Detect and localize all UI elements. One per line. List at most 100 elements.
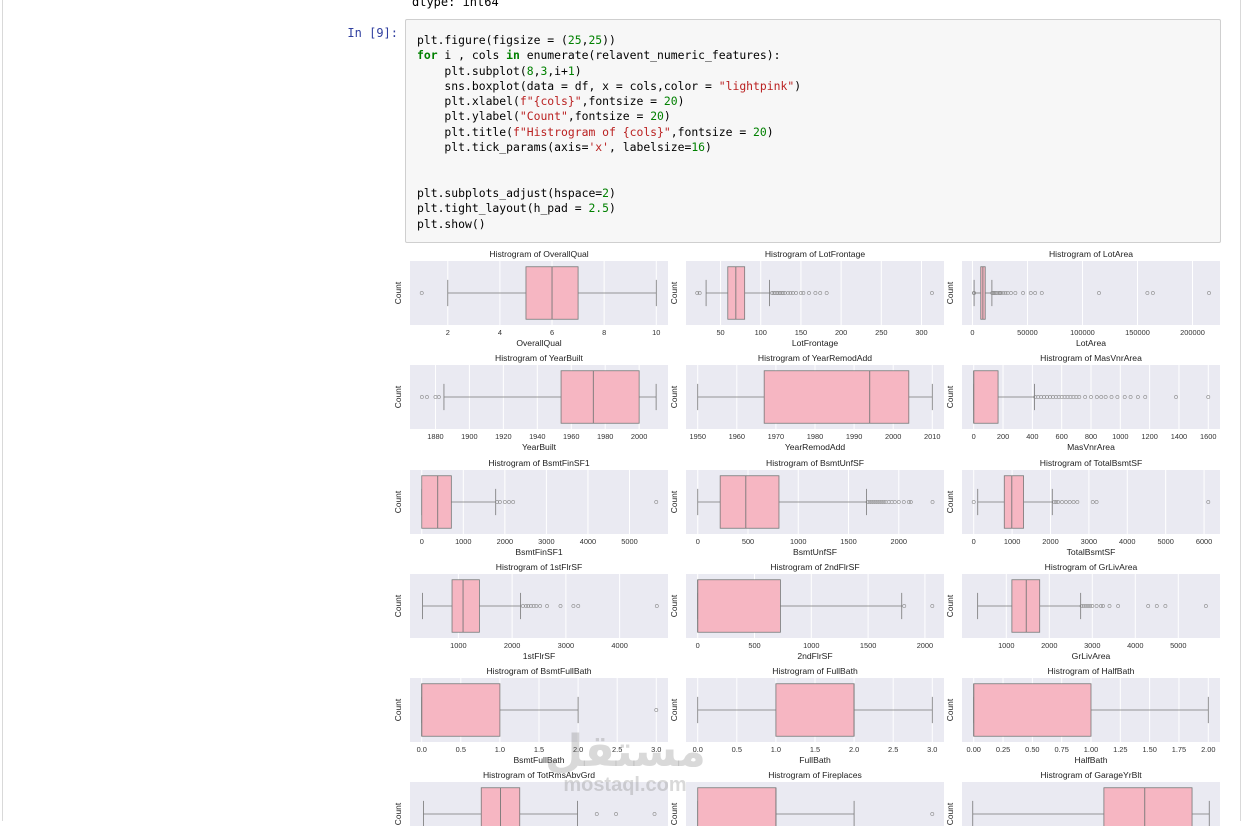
tick-label: 0.00 <box>967 745 981 754</box>
chart-title: Histrogram of OverallQual <box>489 249 588 259</box>
tick-label: 2000 <box>885 432 901 441</box>
tick-label: 2010 <box>924 432 940 441</box>
tick-label: 2 <box>446 328 450 337</box>
chart-title: Histrogram of BsmtFullBath <box>486 666 591 676</box>
tick-label: 1.0 <box>495 745 505 754</box>
chart-title: Histrogram of YearRemodAdd <box>758 353 872 363</box>
tick-label: 3000 <box>538 537 554 546</box>
code-line: plt.subplot(8,3,i+1) <box>417 63 582 78</box>
y-axis-label: Count <box>669 490 679 513</box>
tick-label: 1950 <box>690 432 706 441</box>
code-line: for i , cols in enumerate(relavent_numer… <box>417 48 781 63</box>
tick-label: 1.5 <box>534 745 544 754</box>
y-axis-label: Count <box>393 490 403 513</box>
tick-label: 200000 <box>1180 328 1205 337</box>
tick-label: 1600 <box>1200 432 1216 441</box>
tick-label: 0 <box>696 537 700 546</box>
y-axis-label: Count <box>945 802 955 825</box>
x-axis-label: YearBuilt <box>522 442 557 452</box>
y-axis-label: Count <box>669 385 679 408</box>
iqr-box <box>697 787 777 831</box>
tick-label: 0.5 <box>456 745 466 754</box>
chart-title: Histrogram of BsmtUnfSF <box>766 458 864 468</box>
tick-label: 1200 <box>1141 432 1157 441</box>
tick-label: 1000 <box>803 641 819 650</box>
chart-title: Histrogram of GarageYrBlt <box>1040 770 1142 780</box>
tick-label: 2.5 <box>888 745 898 754</box>
tick-label: 150000 <box>1125 328 1150 337</box>
tick-label: 5000 <box>1157 537 1173 546</box>
tick-label: 3000 <box>558 641 574 650</box>
tick-label: 100000 <box>1070 328 1095 337</box>
tick-label: 0.50 <box>1025 745 1039 754</box>
tick-label: 1900 <box>461 432 477 441</box>
tick-label: 1.50 <box>1142 745 1156 754</box>
tick-label: 3000 <box>1081 537 1097 546</box>
tick-label: 0.75 <box>1054 745 1068 754</box>
x-axis-label: 1stFlrSF <box>523 651 555 661</box>
tick-label: 100 <box>755 328 767 337</box>
chart-title: Histrogram of GrLivArea <box>1045 562 1138 572</box>
tick-label: 500 <box>742 537 754 546</box>
chart-title: Histrogram of 1stFlrSF <box>496 562 582 572</box>
iqr-box <box>451 579 480 633</box>
tick-label: 1880 <box>427 432 443 441</box>
x-axis-label: BsmtFullBath <box>513 755 564 765</box>
x-axis-label: LotArea <box>1076 338 1106 348</box>
tick-label: 0 <box>972 537 976 546</box>
cell-output: Histrogram of OverallQual 2 4 6 8 10 Count Over… <box>380 246 1230 831</box>
tick-label: 2000 <box>1042 537 1058 546</box>
x-axis-label: FullBath <box>799 755 831 765</box>
iqr-box <box>973 370 999 424</box>
iqr-box <box>560 370 640 424</box>
y-axis-label: Count <box>393 385 403 408</box>
iqr-box <box>421 475 452 529</box>
tick-label: 1.00 <box>1084 745 1098 754</box>
tick-label: 1960 <box>729 432 745 441</box>
chart-title: Histrogram of BsmtFinSF1 <box>488 458 589 468</box>
y-axis-label: Count <box>393 281 403 304</box>
tick-label: 1.25 <box>1113 745 1127 754</box>
y-axis-label: Count <box>669 802 679 825</box>
y-axis-label: Count <box>945 594 955 617</box>
chart-title: Histrogram of HalfBath <box>1048 666 1135 676</box>
tick-label: 1980 <box>597 432 613 441</box>
tick-label: 600 <box>1056 432 1068 441</box>
tick-label: 4000 <box>580 537 596 546</box>
chart-title: Histrogram of FullBath <box>772 666 858 676</box>
x-axis-label: OverallQual <box>516 338 561 348</box>
x-axis-label: GrLivArea <box>1072 651 1111 661</box>
x-axis-label: BsmtFinSF1 <box>515 547 562 557</box>
y-axis-label: Count <box>669 698 679 721</box>
code-line: plt.title(f"Histrogram of {cols}",fontsi… <box>417 124 774 139</box>
tick-label: 0 <box>970 328 974 337</box>
tick-label: 0.0 <box>417 745 427 754</box>
tick-label: 8 <box>602 328 606 337</box>
tick-label: 2.00 <box>1201 745 1215 754</box>
y-axis-label: Count <box>945 698 955 721</box>
tick-label: 4000 <box>1119 537 1135 546</box>
y-axis-label: Count <box>669 594 679 617</box>
tick-label: 50000 <box>1017 328 1038 337</box>
chart-title: Histrogram of YearBuilt <box>495 353 584 363</box>
code-line: plt.subplots_adjust(hspace=2) <box>417 185 616 200</box>
code-cell-input[interactable]: plt.figure(figsize = (25,25)) for i , col… <box>405 19 1221 243</box>
iqr-box <box>775 683 855 737</box>
code-editor[interactable]: plt.figure(figsize = (25,25)) for i , col… <box>417 33 801 232</box>
tick-label: 1000 <box>455 537 471 546</box>
plot-background <box>410 782 668 831</box>
tick-label: 2.5 <box>612 745 622 754</box>
tick-label: 4000 <box>1127 641 1143 650</box>
iqr-box <box>697 579 781 633</box>
tick-label: 500 <box>748 641 760 650</box>
tick-label: 2000 <box>497 537 513 546</box>
tick-label: 6 <box>550 328 554 337</box>
iqr-box <box>1003 475 1024 529</box>
chart-title: Histrogram of MasVnrArea <box>1040 353 1142 363</box>
tick-label: 5000 <box>621 537 637 546</box>
tick-label: 0 <box>696 641 700 650</box>
y-axis-label: Count <box>669 281 679 304</box>
tick-label: 2.0 <box>849 745 859 754</box>
tick-label: 1940 <box>529 432 545 441</box>
tick-label: 2000 <box>504 641 520 650</box>
